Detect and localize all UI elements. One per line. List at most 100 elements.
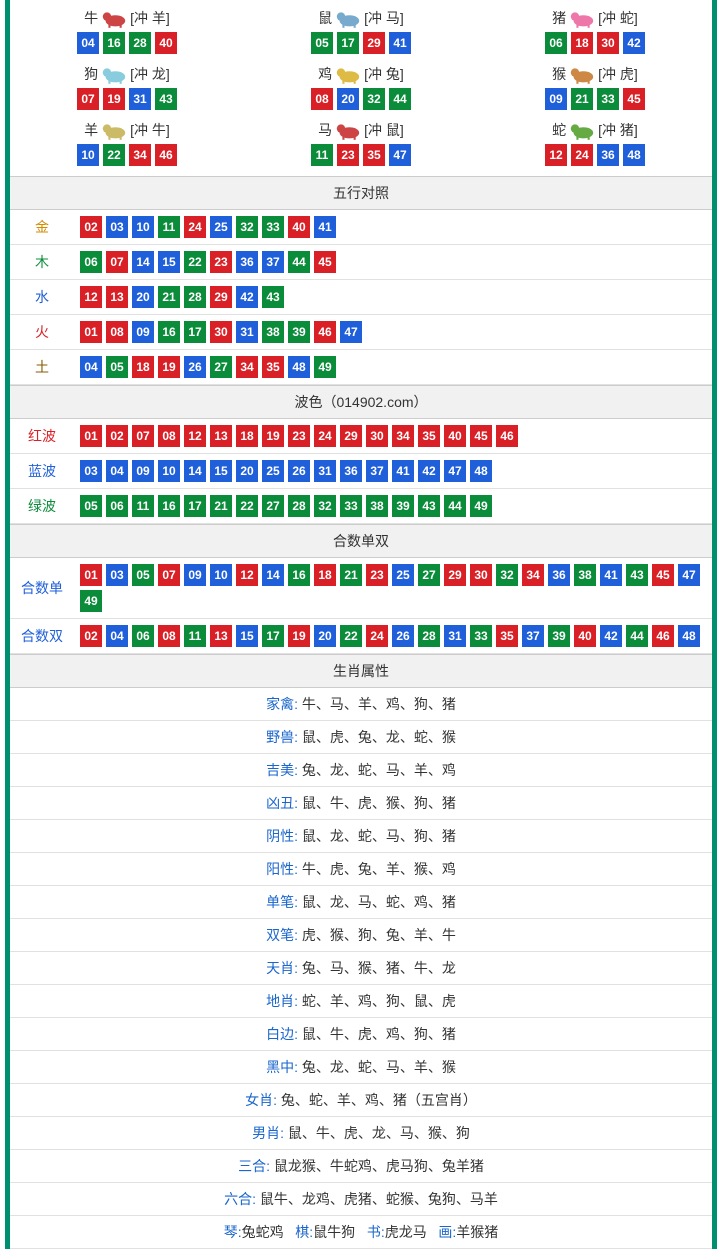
number-ball: 40 [444,425,466,447]
number-ball: 31 [314,460,336,482]
table-row: 土04051819262734354849 [10,350,712,385]
zodiac-svg [334,8,362,28]
number-ball: 16 [158,321,180,343]
attribute-value: 牛、马、羊、鸡、狗、猪 [302,696,456,712]
number-ball: 06 [80,251,102,273]
zodiac-balls: 05172941 [244,32,478,54]
number-ball: 48 [678,625,700,647]
number-ball: 33 [262,216,284,238]
number-ball: 02 [80,625,102,647]
number-ball: 34 [236,356,258,378]
zodiac-balls: 12243648 [478,144,712,166]
number-ball: 29 [363,32,385,54]
zodiac-icon [334,8,362,28]
number-ball: 25 [210,216,232,238]
number-ball: 09 [545,88,567,110]
number-ball: 29 [340,425,362,447]
attribute-row: 阴性: 鼠、龙、蛇、马、狗、猪 [10,820,712,853]
number-ball: 49 [314,356,336,378]
number-ball: 34 [129,144,151,166]
number-ball: 33 [340,495,362,517]
number-ball: 47 [340,321,362,343]
number-ball: 31 [129,88,151,110]
attribute-value: 鼠、龙、马、蛇、鸡、猪 [302,894,456,910]
number-ball: 03 [106,216,128,238]
number-ball: 35 [418,425,440,447]
attribute-label: 棋: [295,1224,313,1240]
number-ball: 36 [597,144,619,166]
number-ball: 07 [106,251,128,273]
number-ball: 17 [262,625,284,647]
number-ball: 39 [548,625,570,647]
number-ball: 44 [288,251,310,273]
zodiac-cell: 猪[冲 蛇]06183042 [478,4,712,60]
attribute-row: 黑中: 兔、龙、蛇、马、羊、猴 [10,1051,712,1084]
number-ball: 29 [444,564,466,586]
number-ball: 16 [288,564,310,586]
attribute-row: 男肖: 鼠、牛、虎、龙、马、猴、狗 [10,1117,712,1150]
number-ball: 44 [389,88,411,110]
number-ball: 07 [158,564,180,586]
number-ball: 28 [129,32,151,54]
row-label: 土 [10,350,74,385]
number-ball: 03 [80,460,102,482]
zodiac-cell: 鸡[冲 兔]08203244 [244,60,478,116]
number-ball: 38 [574,564,596,586]
number-ball: 45 [652,564,674,586]
zodiac-svg [334,120,362,140]
attributes-table: 家禽: 牛、马、羊、鸡、狗、猪野兽: 鼠、虎、兔、龙、蛇、猴吉美: 兔、龙、蛇、… [10,688,712,1249]
number-ball: 35 [363,144,385,166]
number-ball: 34 [522,564,544,586]
attribute-row: 阳性: 牛、虎、兔、羊、猴、鸡 [10,853,712,886]
attribute-value: 羊猴猪 [456,1224,498,1240]
number-ball: 33 [470,625,492,647]
zodiac-icon [100,8,128,28]
number-ball: 09 [184,564,206,586]
zodiac-balls: 10223446 [10,144,244,166]
attribute-row: 地肖: 蛇、羊、鸡、狗、鼠、虎 [10,985,712,1018]
number-ball: 06 [132,625,154,647]
number-ball: 16 [103,32,125,54]
number-ball: 21 [210,495,232,517]
number-ball: 47 [389,144,411,166]
number-ball: 43 [418,495,440,517]
row-balls: 04051819262734354849 [74,350,712,385]
row-label: 红波 [10,419,74,454]
number-ball: 45 [623,88,645,110]
number-ball: 08 [106,321,128,343]
number-ball: 45 [314,251,336,273]
zodiac-icon [334,120,362,140]
number-ball: 41 [389,32,411,54]
attribute-label: 男肖: [252,1125,284,1141]
number-ball: 41 [392,460,414,482]
number-ball: 19 [262,425,284,447]
table-row: 绿波05061116172122272832333839434449 [10,489,712,524]
number-ball: 47 [444,460,466,482]
number-ball: 04 [106,625,128,647]
number-ball: 14 [262,564,284,586]
number-ball: 11 [184,625,206,647]
number-ball: 16 [158,495,180,517]
attribute-label: 双笔: [266,927,298,943]
attribute-row: 三合: 鼠龙猴、牛蛇鸡、虎马狗、兔羊猪 [10,1150,712,1183]
number-ball: 18 [314,564,336,586]
wuxing-table: 金02031011242532334041木060714152223363744… [10,210,712,385]
attribute-value: 兔、龙、蛇、马、羊、鸡 [302,762,456,778]
zodiac-icon [568,8,596,28]
attribute-row: 凶丑: 鼠、牛、虎、猴、狗、猪 [10,787,712,820]
number-ball: 20 [236,460,258,482]
number-ball: 18 [236,425,258,447]
number-ball: 43 [262,286,284,308]
attribute-value: 鼠、牛、虎、鸡、狗、猪 [302,1026,456,1042]
number-ball: 02 [106,425,128,447]
row-balls: 03040910141520252631363741424748 [74,454,712,489]
zodiac-cell: 鼠[冲 马]05172941 [244,4,478,60]
attribute-value: 鼠龙猴、牛蛇鸡、虎马狗、兔羊猪 [274,1158,484,1174]
zodiac-grid: 牛[冲 羊]04162840鼠[冲 马]05172941猪[冲 蛇]061830… [10,0,712,176]
row-balls: 0103050709101214161821232527293032343638… [74,558,712,619]
zodiac-icon [100,120,128,140]
zodiac-cell: 羊[冲 牛]10223446 [10,116,244,172]
number-ball: 24 [184,216,206,238]
number-ball: 19 [288,625,310,647]
number-ball: 43 [626,564,648,586]
